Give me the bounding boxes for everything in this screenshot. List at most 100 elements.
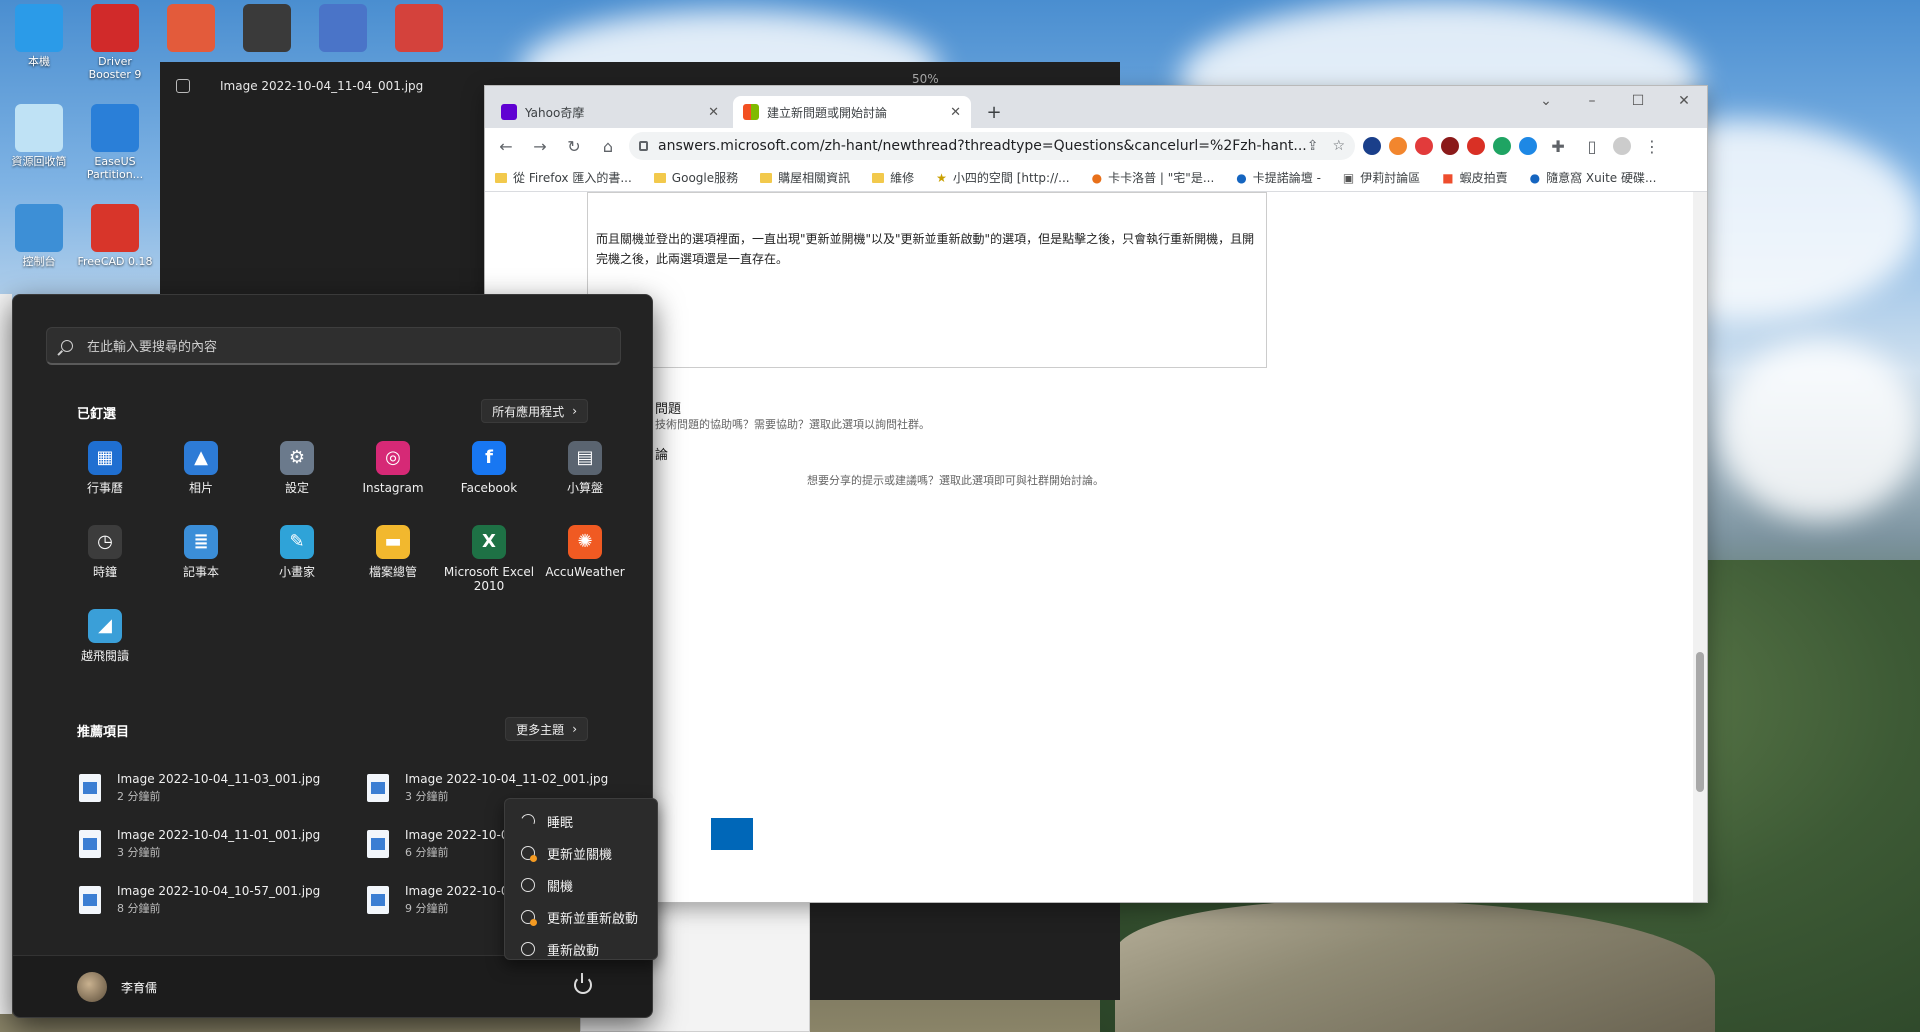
ublock-icon[interactable]: [1441, 137, 1460, 155]
power-icon[interactable]: [574, 973, 592, 994]
more-button[interactable]: 更多主題 ›: [505, 717, 588, 741]
scroll-thumb[interactable]: [1696, 652, 1704, 792]
bookmark-item[interactable]: ● 卡提諾論壇 -: [1236, 169, 1321, 186]
desktop-icon[interactable]: FreeCAD 0.18: [76, 204, 154, 268]
desktop-icon[interactable]: [152, 4, 230, 55]
share-icon[interactable]: ⇪: [1307, 138, 1319, 154]
pinned-app[interactable]: ▦ 行事曆: [57, 437, 153, 511]
update-and-restart-menu-item[interactable]: 更新並重新啟動: [511, 901, 651, 933]
all-apps-button[interactable]: 所有應用程式 ›: [481, 399, 588, 423]
minimize-icon[interactable]: –: [1569, 86, 1615, 116]
start-search-box[interactable]: 在此輸入要搜尋的內容: [46, 327, 621, 365]
gmail-icon[interactable]: [1467, 137, 1486, 155]
desktop-icon[interactable]: 控制台: [0, 204, 78, 268]
pinned-app[interactable]: ≣ 記事本: [153, 521, 249, 595]
lock-icon[interactable]: [639, 141, 648, 151]
extension-icon[interactable]: [1363, 137, 1382, 155]
pinned-app[interactable]: ◢ 越飛閱讀: [57, 605, 153, 679]
yahoo-favicon-icon: [501, 104, 517, 120]
recommended-item[interactable]: Image 2022-10-04_11-01_001.jpg 3 分鐘前: [79, 823, 367, 865]
question-textbox[interactable]: 而且關機並登出的選項裡面，一直出現"更新並開機"以及"更新並重新啟動"的選項，但…: [587, 192, 1267, 368]
app-icon: ▤: [568, 441, 602, 475]
chevron-right-icon: ›: [572, 404, 577, 418]
pinned-app[interactable]: X Microsoft Excel 2010: [441, 521, 537, 595]
bookmark-item[interactable]: ▣ 伊莉討論區: [1343, 169, 1420, 186]
tab-search-icon[interactable]: ⌄: [1523, 86, 1569, 116]
file-name: Image 2022-10-04_11-02_001.jpg: [405, 772, 609, 786]
recommended-item[interactable]: Image 2022-10-04_11-03_001.jpg 2 分鐘前: [79, 767, 367, 809]
desktop-icon[interactable]: Driver Booster 9: [76, 4, 154, 81]
pinned-app[interactable]: ▲ 相片: [153, 437, 249, 511]
profile-avatar[interactable]: [1613, 137, 1632, 155]
tab-yahoo[interactable]: Yahoo奇摩 ✕: [491, 96, 729, 128]
extension-icon[interactable]: [1389, 137, 1408, 155]
submit-button[interactable]: [711, 818, 753, 850]
app-label: 檔案總管: [368, 565, 417, 579]
bookmark-star-icon[interactable]: ☆: [1332, 138, 1345, 154]
desktop-icon[interactable]: [304, 4, 382, 55]
back-icon[interactable]: ←: [493, 133, 519, 159]
pinned-app[interactable]: ✺ AccuWeather: [537, 521, 633, 595]
bookmark-item[interactable]: Google服務: [653, 169, 738, 186]
new-tab-button[interactable]: +: [977, 96, 1011, 128]
app-icon: ≣: [184, 525, 218, 559]
page-scrollbar[interactable]: [1693, 192, 1707, 902]
desktop-icon[interactable]: [228, 4, 306, 55]
update-and-shutdown-menu-item[interactable]: 更新並關機: [511, 837, 651, 869]
file-name: Image 2022-10-04_11-03_001.jpg: [117, 772, 321, 786]
drive-icon[interactable]: [1493, 137, 1512, 155]
pinned-app[interactable]: f Facebook: [441, 437, 537, 511]
desktop-icon[interactable]: EaseUS Partition...: [76, 104, 154, 181]
desktop-icon[interactable]: 資源回收筒: [0, 104, 78, 168]
bookmark-item[interactable]: 購屋相關資訊: [760, 169, 850, 186]
pinned-app[interactable]: ◷ 時鐘: [57, 521, 153, 595]
reload-icon[interactable]: ↻: [561, 133, 587, 159]
more-label: 更多主題: [516, 722, 565, 737]
desktop-icon[interactable]: [380, 4, 458, 55]
bookmark-item[interactable]: ★ 小四的空間 [http://...: [936, 169, 1069, 186]
tab-microsoft-answers[interactable]: 建立新問題或開始討論 ✕: [733, 96, 971, 128]
extensions-puzzle-icon[interactable]: ✚: [1545, 133, 1571, 159]
forward-icon[interactable]: →: [527, 133, 553, 159]
option-discussion-title[interactable]: 論: [655, 444, 668, 463]
extension-icon[interactable]: [1415, 137, 1434, 155]
desktop-app-icon: [319, 4, 367, 52]
bookmark-item[interactable]: 從 Firefox 匯入的書...: [495, 169, 632, 186]
tab-title: 建立新問題或開始討論: [767, 105, 888, 120]
all-apps-label: 所有應用程式: [492, 404, 565, 419]
menu-item-label: 關機: [547, 879, 574, 895]
pinned-app[interactable]: ⚙ 設定: [249, 437, 345, 511]
pinned-app[interactable]: ▤ 小算盤: [537, 437, 633, 511]
close-tab-icon[interactable]: ✕: [950, 105, 961, 120]
menu-item-label: 更新並關機: [547, 847, 613, 863]
bookmark-item[interactable]: 維修: [872, 169, 914, 186]
maximize-icon[interactable]: ☐: [1615, 86, 1661, 116]
bookmark-item[interactable]: ■ 蝦皮拍賣: [1442, 169, 1507, 186]
shutdown-menu-item[interactable]: 關機: [511, 869, 651, 901]
file-time: 9 分鐘前: [405, 902, 449, 915]
bookmark-item[interactable]: ● 隨意窩 Xuite 硬碟...: [1530, 169, 1657, 186]
menu-icon[interactable]: ⋮: [1639, 133, 1665, 159]
home-icon[interactable]: ⌂: [595, 133, 621, 159]
pinned-app[interactable]: ◎ Instagram: [345, 437, 441, 511]
desktop-icon[interactable]: 本機: [0, 4, 78, 68]
pinned-app[interactable]: ✎ 小畫家: [249, 521, 345, 595]
user-account-button[interactable]: 李育儒: [77, 972, 157, 1002]
close-tab-icon[interactable]: ✕: [708, 105, 719, 120]
close-icon[interactable]: ✕: [1661, 86, 1707, 116]
option-question-title[interactable]: 問題: [655, 398, 681, 417]
restart-menu-item[interactable]: 重新啟動: [511, 933, 651, 965]
side-panel-icon[interactable]: ▯: [1579, 133, 1605, 159]
recommended-item[interactable]: Image 2022-10-04_10-57_001.jpg 8 分鐘前: [79, 879, 367, 921]
sleep-menu-item[interactable]: 睡眠: [511, 805, 651, 837]
bookmark-item[interactable]: ● 卡卡洛普 | "宅"是...: [1092, 169, 1215, 186]
viewer-zoom[interactable]: 50%: [912, 72, 939, 86]
app-icon: ▬: [376, 525, 410, 559]
extension-icon[interactable]: [1519, 137, 1538, 155]
desktop-app-icon: [15, 204, 63, 252]
browser-window[interactable]: Yahoo奇摩 ✕ 建立新問題或開始討論 ✕ + ⌄ – ☐ ✕ ← → ↻ ⌂…: [484, 85, 1708, 903]
chevron-right-icon: ›: [572, 722, 577, 736]
pinned-app[interactable]: ▬ 檔案總管: [345, 521, 441, 595]
image-file-icon: [79, 774, 101, 802]
address-bar[interactable]: answers.microsoft.com/zh-hant/newthread?…: [629, 132, 1356, 160]
